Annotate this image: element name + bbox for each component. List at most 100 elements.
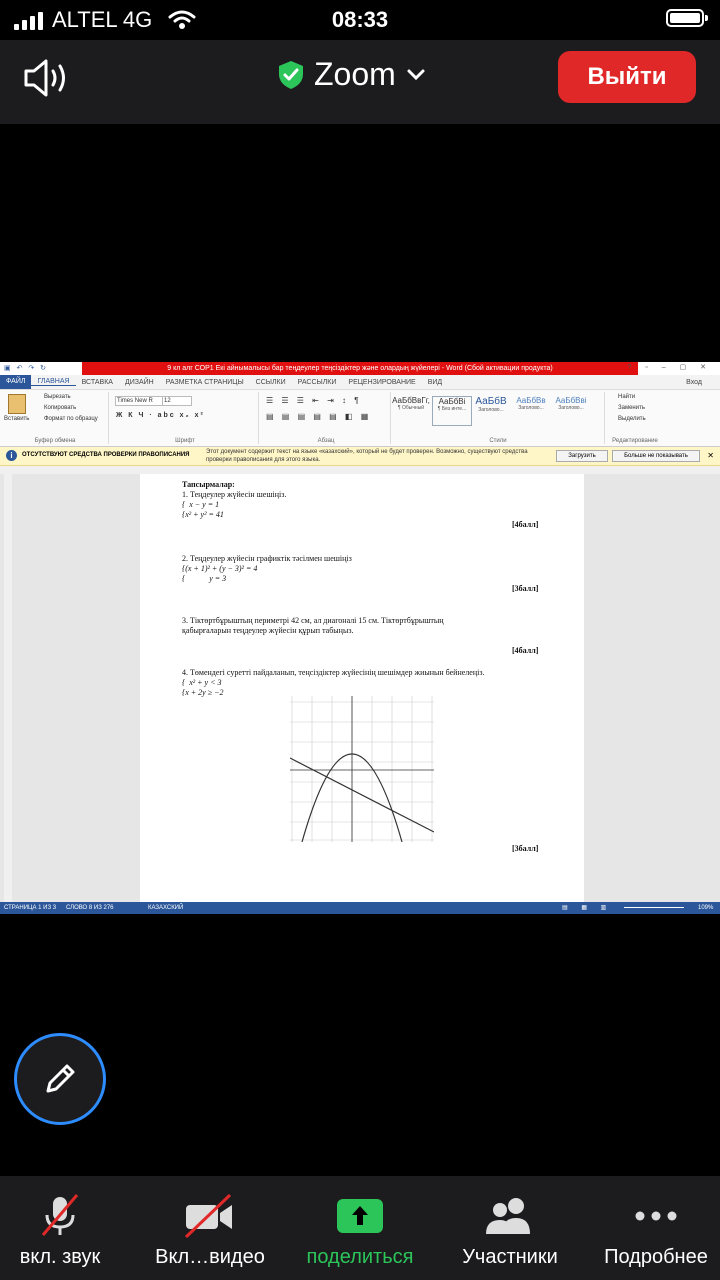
q2-eq1: {(x + 1)² + (y − 3)² = 4 — [182, 564, 258, 573]
clipboard-group: Вставить Вырезать Копировать Формат по о… — [2, 392, 109, 444]
style-no-spacing[interactable]: АаБбВі ¶ Без инте... — [432, 396, 472, 426]
vertical-ruler[interactable] — [4, 474, 12, 902]
tab-review[interactable]: РЕЦЕНЗИРОВАНИЕ — [342, 379, 421, 386]
q4-points: [3балл] — [512, 844, 539, 853]
styles-group-label: Стили — [489, 438, 507, 444]
meeting-title-label: Zoom — [314, 56, 396, 92]
dont-show-button[interactable]: Больше не показывать — [612, 450, 700, 462]
q1-text: 1. Теңдеулер жүйесін шешіңіз. — [182, 490, 287, 499]
participants-icon — [486, 1198, 530, 1234]
share-arrow-icon — [337, 1199, 383, 1233]
style-heading3[interactable]: АаБбВві Заголово... — [552, 396, 590, 424]
pencil-icon — [46, 1064, 75, 1093]
paragraph-group: ☰ ☰ ☰ ⇤ ⇥ ↕ ¶ ▤ ▤ ▤ ▤ ▤ ◧ ▦ Абзац — [262, 392, 391, 444]
clipboard-group-label: Буфер обмена — [34, 438, 76, 444]
more-button[interactable]: Подробнее — [584, 1194, 720, 1269]
font-size-select[interactable]: 12 — [162, 396, 192, 406]
format-painter-button[interactable]: Формат по образцу — [44, 416, 98, 422]
word-titlebar: ▣ ↶ ↷ ↻ 9 кл алг СОР1 Екі айнымалысы бар… — [0, 362, 720, 375]
style-heading1[interactable]: АаБбВ Заголово... — [472, 396, 510, 424]
share-button[interactable]: поделиться — [288, 1194, 432, 1269]
q4-eq1: { x² + y < 3 — [182, 678, 222, 687]
zoom-level: 109% — [698, 905, 714, 911]
infobar-message: Этот документ содержит текст на языке «к… — [206, 449, 528, 463]
start-video-button[interactable]: Вкл…видео — [138, 1193, 282, 1269]
chevron-down-icon — [407, 69, 425, 80]
editing-group: Найти Заменить Выделить Редактирование — [608, 392, 662, 444]
align-buttons[interactable]: ▤ ▤ ▤ ▤ ▤ ◧ ▦ — [266, 412, 371, 421]
line-graph — [290, 757, 434, 833]
q3-line1: 3. Тіктөртбұрыштың периметрі 42 см, ал д… — [182, 616, 444, 625]
select-button[interactable]: Выделить — [618, 416, 646, 422]
editing-group-label: Редактирование — [612, 438, 658, 444]
style-normal[interactable]: АаБбВвГг, ¶ Обычный — [392, 396, 430, 424]
quick-access-icons[interactable]: ▣ ↶ ↷ ↻ — [4, 364, 48, 372]
tab-home[interactable]: ГЛАВНАЯ — [31, 378, 76, 386]
more-label: Подробнее — [604, 1246, 708, 1268]
status-bar: ALTEL 4G 08:33 — [0, 0, 720, 40]
style-heading2[interactable]: АаБбВв Заголово... — [512, 396, 550, 424]
find-button[interactable]: Найти — [618, 394, 635, 400]
tab-design[interactable]: ДИЗАЙН — [119, 379, 160, 386]
function-graph — [290, 696, 434, 842]
language-label: КАЗАХСКИЙ — [148, 905, 184, 911]
share-label: поделиться — [306, 1246, 414, 1268]
participants-button[interactable]: Участники — [438, 1194, 582, 1269]
q2-text: 2. Теңдеулер жүйесін графиктік тәсілмен … — [182, 554, 352, 563]
window-controls[interactable]: ? ▫ – ▢ ✕ — [627, 363, 712, 371]
zoom-header: Zoom Выйти — [0, 40, 720, 124]
tab-layout[interactable]: РАЗМЕТКА СТРАНИЦЫ — [160, 379, 250, 386]
paste-icon[interactable] — [8, 394, 26, 414]
paragraph-buttons[interactable]: ☰ ☰ ☰ ⇤ ⇥ ↕ ¶ — [266, 396, 362, 405]
clock: 08:33 — [331, 7, 389, 32]
q2-points: [3балл] — [512, 584, 539, 593]
document-area: Тапсырмалар: 1. Теңдеулер жүйесін шешіңі… — [0, 474, 720, 902]
leave-button[interactable]: Выйти — [558, 51, 696, 103]
mic-muted-icon — [41, 1194, 79, 1236]
copy-button[interactable]: Копировать — [44, 405, 76, 411]
word-ribbon: Вставить Вырезать Копировать Формат по о… — [0, 390, 720, 447]
page-count: СТРАНИЦА 1 ИЗ 3 — [4, 905, 57, 911]
tab-file[interactable]: ФАЙЛ — [0, 375, 32, 389]
unmute-label: вкл. звук — [19, 1246, 101, 1268]
tab-references[interactable]: ССЫЛКИ — [250, 379, 292, 386]
download-button[interactable]: Загрузить — [556, 450, 608, 462]
annotate-button[interactable] — [14, 1033, 106, 1125]
font-format-buttons[interactable]: Ж К Ч · abc x₂ x² — [116, 412, 205, 419]
doc-heading: Тапсырмалар: — [182, 480, 235, 489]
shared-screen: ▣ ↶ ↷ ↻ 9 кл алг СОР1 Екі айнымалысы бар… — [0, 362, 720, 914]
word-ribbon-tabs: ФАЙЛ ГЛАВНАЯ ВСТАВКА ДИЗАЙН РАЗМЕТКА СТР… — [0, 375, 720, 390]
tab-insert[interactable]: ВСТАВКА — [76, 379, 119, 386]
view-buttons[interactable]: ▤ ▦ ▥ — [562, 902, 612, 914]
q2-eq2: { y = 3 — [182, 574, 227, 583]
replace-button[interactable]: Заменить — [618, 405, 645, 411]
video-off-icon — [184, 1193, 232, 1239]
more-dots-icon — [635, 1211, 677, 1221]
word-window-title: 9 кл алг СОР1 Екі айнымалысы бар теңдеул… — [82, 362, 638, 375]
cut-button[interactable]: Вырезать — [44, 394, 71, 400]
tab-view[interactable]: ВИД — [422, 379, 448, 386]
q4-eq2: {x + 2y ≥ −2 — [182, 688, 224, 697]
start-video-label: Вкл…видео — [155, 1246, 265, 1268]
font-group: Times New R 12 Ж К Ч · abc x₂ x² Шрифт — [112, 392, 259, 444]
q1-eq2: {x² + y² = 41 — [182, 510, 224, 519]
q1-points: [4балл] — [512, 520, 539, 529]
q1-eq1: { x − y = 1 — [182, 500, 220, 509]
document-page[interactable]: Тапсырмалар: 1. Теңдеулер жүйесін шешіңі… — [140, 474, 584, 902]
login-link[interactable]: Вход — [686, 379, 702, 386]
q4-text: 4. Төмендегі суретті пайдаланып, теңсізд… — [182, 668, 485, 677]
meeting-title[interactable]: Zoom — [278, 56, 426, 93]
unmute-button[interactable]: вкл. звук — [0, 1194, 132, 1269]
speaker-icon[interactable] — [22, 56, 72, 100]
word-count: СЛОВО 8 ИЗ 276 — [66, 905, 114, 911]
spelling-infobar: i ОТСУТСТВУЮТ СРЕДСТВА ПРОВЕРКИ ПРАВОПИС… — [0, 447, 720, 466]
close-icon[interactable]: ✕ — [707, 451, 714, 460]
q3-points: [4балл] — [512, 646, 539, 655]
tab-mailings[interactable]: РАССЫЛКИ — [292, 379, 343, 386]
meeting-toolbar: вкл. звук Вкл…видео поделиться Участники… — [0, 1176, 720, 1280]
font-name-select[interactable]: Times New R — [115, 396, 163, 406]
q3-line2: қабырғаларын теңдеулер жүйесін құрып таб… — [182, 626, 354, 635]
zoom-slider[interactable] — [624, 907, 684, 908]
infobar-title: ОТСУТСТВУЮТ СРЕДСТВА ПРОВЕРКИ ПРАВОПИСАН… — [22, 452, 190, 458]
paste-button[interactable]: Вставить — [4, 416, 29, 422]
